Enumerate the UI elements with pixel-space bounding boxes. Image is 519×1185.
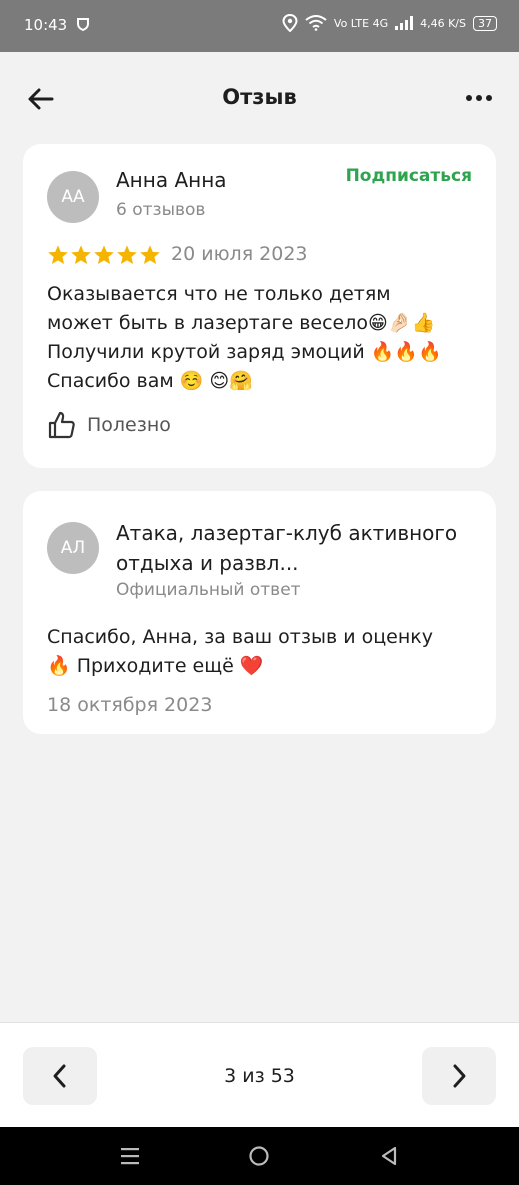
subscribe-button[interactable]: Подписаться [346, 166, 472, 186]
chevron-right-icon [453, 1064, 466, 1088]
location-icon [282, 14, 298, 32]
author-reviews-count: 6 отзывов [116, 200, 206, 220]
star-icon [71, 245, 91, 264]
status-bar: 10:43 Vo LTE 4G 4,46 K/S 37 [0, 0, 519, 52]
network-label: Vo LTE 4G [333, 16, 389, 30]
review-card: АА Анна Анна 6 отзывов Подписаться 20 ию… [23, 144, 496, 468]
page-title: Отзыв [222, 85, 297, 109]
author-name[interactable]: Анна Анна [116, 168, 227, 192]
pager-bar: 3 из 53 [0, 1022, 519, 1128]
reply-text: Спасибо, Анна, за ваш отзыв и оценку 🔥 П… [47, 626, 433, 677]
organization-name: Атака, лазертаг-клуб активного отдыха и … [116, 521, 458, 575]
next-review-button[interactable] [422, 1047, 496, 1105]
shield-icon [77, 18, 89, 31]
thumbs-up-icon [48, 411, 75, 439]
status-icons: Vo LTE 4G 4,46 K/S 37 [282, 14, 497, 32]
signal-icon [395, 16, 414, 30]
back-triangle-icon[interactable] [378, 1145, 400, 1167]
recent-apps-icon[interactable] [119, 1145, 141, 1167]
reply-date: 18 октября 2023 [47, 694, 213, 716]
network-speed: 4,46 K/S [420, 16, 466, 30]
rating-stars [47, 244, 161, 266]
review-text: Оказывается что не только детям может бы… [47, 283, 442, 392]
avatar[interactable]: АА [47, 171, 99, 223]
reply-card: АЛ Атака, лазертаг-клуб активного отдыха… [23, 491, 496, 734]
more-options-icon[interactable] [465, 90, 493, 106]
star-icon [140, 245, 160, 264]
star-icon [117, 245, 137, 264]
star-icon [48, 245, 68, 264]
avatar: АЛ [47, 522, 99, 574]
app-bar: Отзыв [0, 52, 519, 144]
battery-icon: 37 [473, 15, 497, 31]
official-reply-label: Официальный ответ [116, 580, 301, 600]
home-icon[interactable] [248, 1145, 270, 1167]
useful-label: Полезно [87, 414, 171, 436]
status-time: 10:43 [24, 16, 68, 34]
system-nav-bar [0, 1127, 519, 1185]
review-date: 20 июля 2023 [171, 243, 308, 265]
wifi-icon [305, 15, 327, 31]
star-icon [94, 245, 114, 264]
useful-button[interactable]: Полезно [47, 410, 171, 440]
